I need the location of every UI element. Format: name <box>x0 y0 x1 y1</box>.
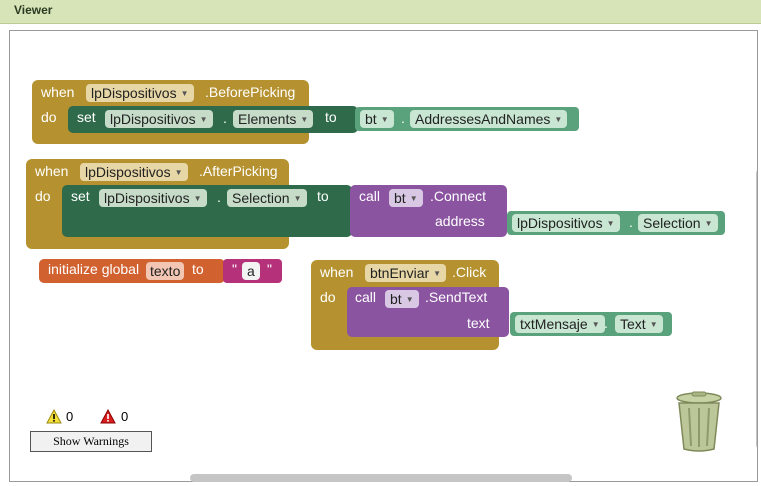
chevron-down-icon: ▼ <box>300 115 309 124</box>
vertical-scrollbar[interactable] <box>756 169 757 449</box>
dot-separator: . <box>604 315 608 331</box>
chevron-down-icon: ▼ <box>554 115 563 124</box>
call-component-dropdown[interactable]: bt ▼ <box>389 189 423 207</box>
show-warnings-button[interactable]: Show Warnings <box>30 431 152 452</box>
when-label: when <box>41 84 75 100</box>
chevron-down-icon: ▼ <box>606 219 615 228</box>
do-label: do <box>35 188 51 204</box>
chevron-down-icon: ▼ <box>405 295 414 304</box>
component-dropdown[interactable]: btnEnviar ▼ <box>365 264 447 282</box>
arg-property-dropdown[interactable]: Selection ▼ <box>638 214 718 232</box>
initialize-label: initialize global <box>48 261 140 277</box>
error-triangle-icon <box>100 408 116 427</box>
component-name: lpDispositivos <box>85 164 171 180</box>
chevron-down-icon: ▼ <box>649 320 658 329</box>
viewer-header: Viewer <box>0 0 761 24</box>
event-name: .BeforePicking <box>205 84 296 100</box>
call-label: call <box>359 188 381 204</box>
chevron-down-icon: ▼ <box>180 89 189 98</box>
chevron-down-icon: ▼ <box>591 320 600 329</box>
quote-close: " <box>267 261 272 277</box>
when-label: when <box>320 264 354 280</box>
property-name: Elements <box>238 111 297 127</box>
trash-can-icon[interactable] <box>675 391 723 453</box>
set-label: set <box>77 109 96 125</box>
set-label: set <box>71 188 90 204</box>
event-name: .Click <box>452 264 487 280</box>
dot-separator: . <box>401 110 405 126</box>
text-label: text <box>467 315 490 331</box>
chevron-down-icon: ▼ <box>409 194 418 203</box>
chevron-down-icon: ▼ <box>433 269 442 278</box>
horizontal-scrollbar[interactable] <box>190 474 572 482</box>
viewer-title: Viewer <box>14 3 53 17</box>
variable-name-field[interactable]: texto <box>146 262 185 280</box>
chevron-down-icon: ▼ <box>380 115 389 124</box>
component-name: lpDispositivos <box>91 85 177 101</box>
quote-open: " <box>232 261 237 277</box>
component-name: btnEnviar <box>370 265 430 281</box>
chevron-down-icon: ▼ <box>704 219 713 228</box>
warning-count: 0 <box>66 409 74 424</box>
do-label: do <box>320 289 336 305</box>
component-dropdown[interactable]: lpDispositivos ▼ <box>86 84 194 102</box>
component-name: bt <box>365 111 377 127</box>
property-name: Selection <box>643 215 701 231</box>
arg-component-dropdown[interactable]: txtMensaje ▼ <box>515 315 605 333</box>
call-component-dropdown[interactable]: bt ▼ <box>385 290 419 308</box>
component-name: lpDispositivos <box>104 190 190 206</box>
to-label: to <box>317 188 329 204</box>
component-name: lpDispositivos <box>517 215 603 231</box>
dot-separator: . <box>217 189 221 205</box>
dot-separator: . <box>629 214 633 230</box>
property-name: AddressesAndNames <box>415 111 551 127</box>
error-count: 0 <box>121 409 129 424</box>
component-name: bt <box>394 190 406 206</box>
component-name: bt <box>390 291 402 307</box>
property-dropdown[interactable]: Elements ▼ <box>233 110 314 128</box>
string-value-field[interactable]: a <box>242 262 260 280</box>
chevron-down-icon: ▼ <box>293 194 302 203</box>
method-name: .SendText <box>425 289 488 305</box>
component-name: lpDispositivos <box>110 111 196 127</box>
call-label: call <box>355 289 377 305</box>
property-name: Selection <box>232 190 290 206</box>
property-dropdown[interactable]: Selection ▼ <box>227 189 307 207</box>
property-name: Text <box>620 316 646 332</box>
component-name: txtMensaje <box>520 316 588 332</box>
event-name: .AfterPicking <box>199 163 278 179</box>
arg-component-dropdown[interactable]: lpDispositivos ▼ <box>512 214 620 232</box>
address-label: address <box>435 213 485 229</box>
to-label: to <box>325 109 337 125</box>
chevron-down-icon: ▼ <box>174 168 183 177</box>
value-property-dropdown[interactable]: AddressesAndNames ▼ <box>410 110 568 128</box>
when-label: when <box>35 163 69 179</box>
dot-separator: . <box>223 110 227 126</box>
component-dropdown[interactable]: lpDispositivos ▼ <box>80 163 188 181</box>
set-component-dropdown[interactable]: lpDispositivos ▼ <box>105 110 213 128</box>
method-name: .Connect <box>430 188 487 204</box>
chevron-down-icon: ▼ <box>199 115 208 124</box>
arg-property-dropdown[interactable]: Text ▼ <box>615 315 663 333</box>
chevron-down-icon: ▼ <box>193 194 202 203</box>
value-component-dropdown[interactable]: bt ▼ <box>360 110 394 128</box>
to-label: to <box>192 261 204 277</box>
warning-triangle-icon <box>46 408 62 427</box>
do-label: do <box>41 109 57 125</box>
set-component-dropdown[interactable]: lpDispositivos ▼ <box>99 189 207 207</box>
